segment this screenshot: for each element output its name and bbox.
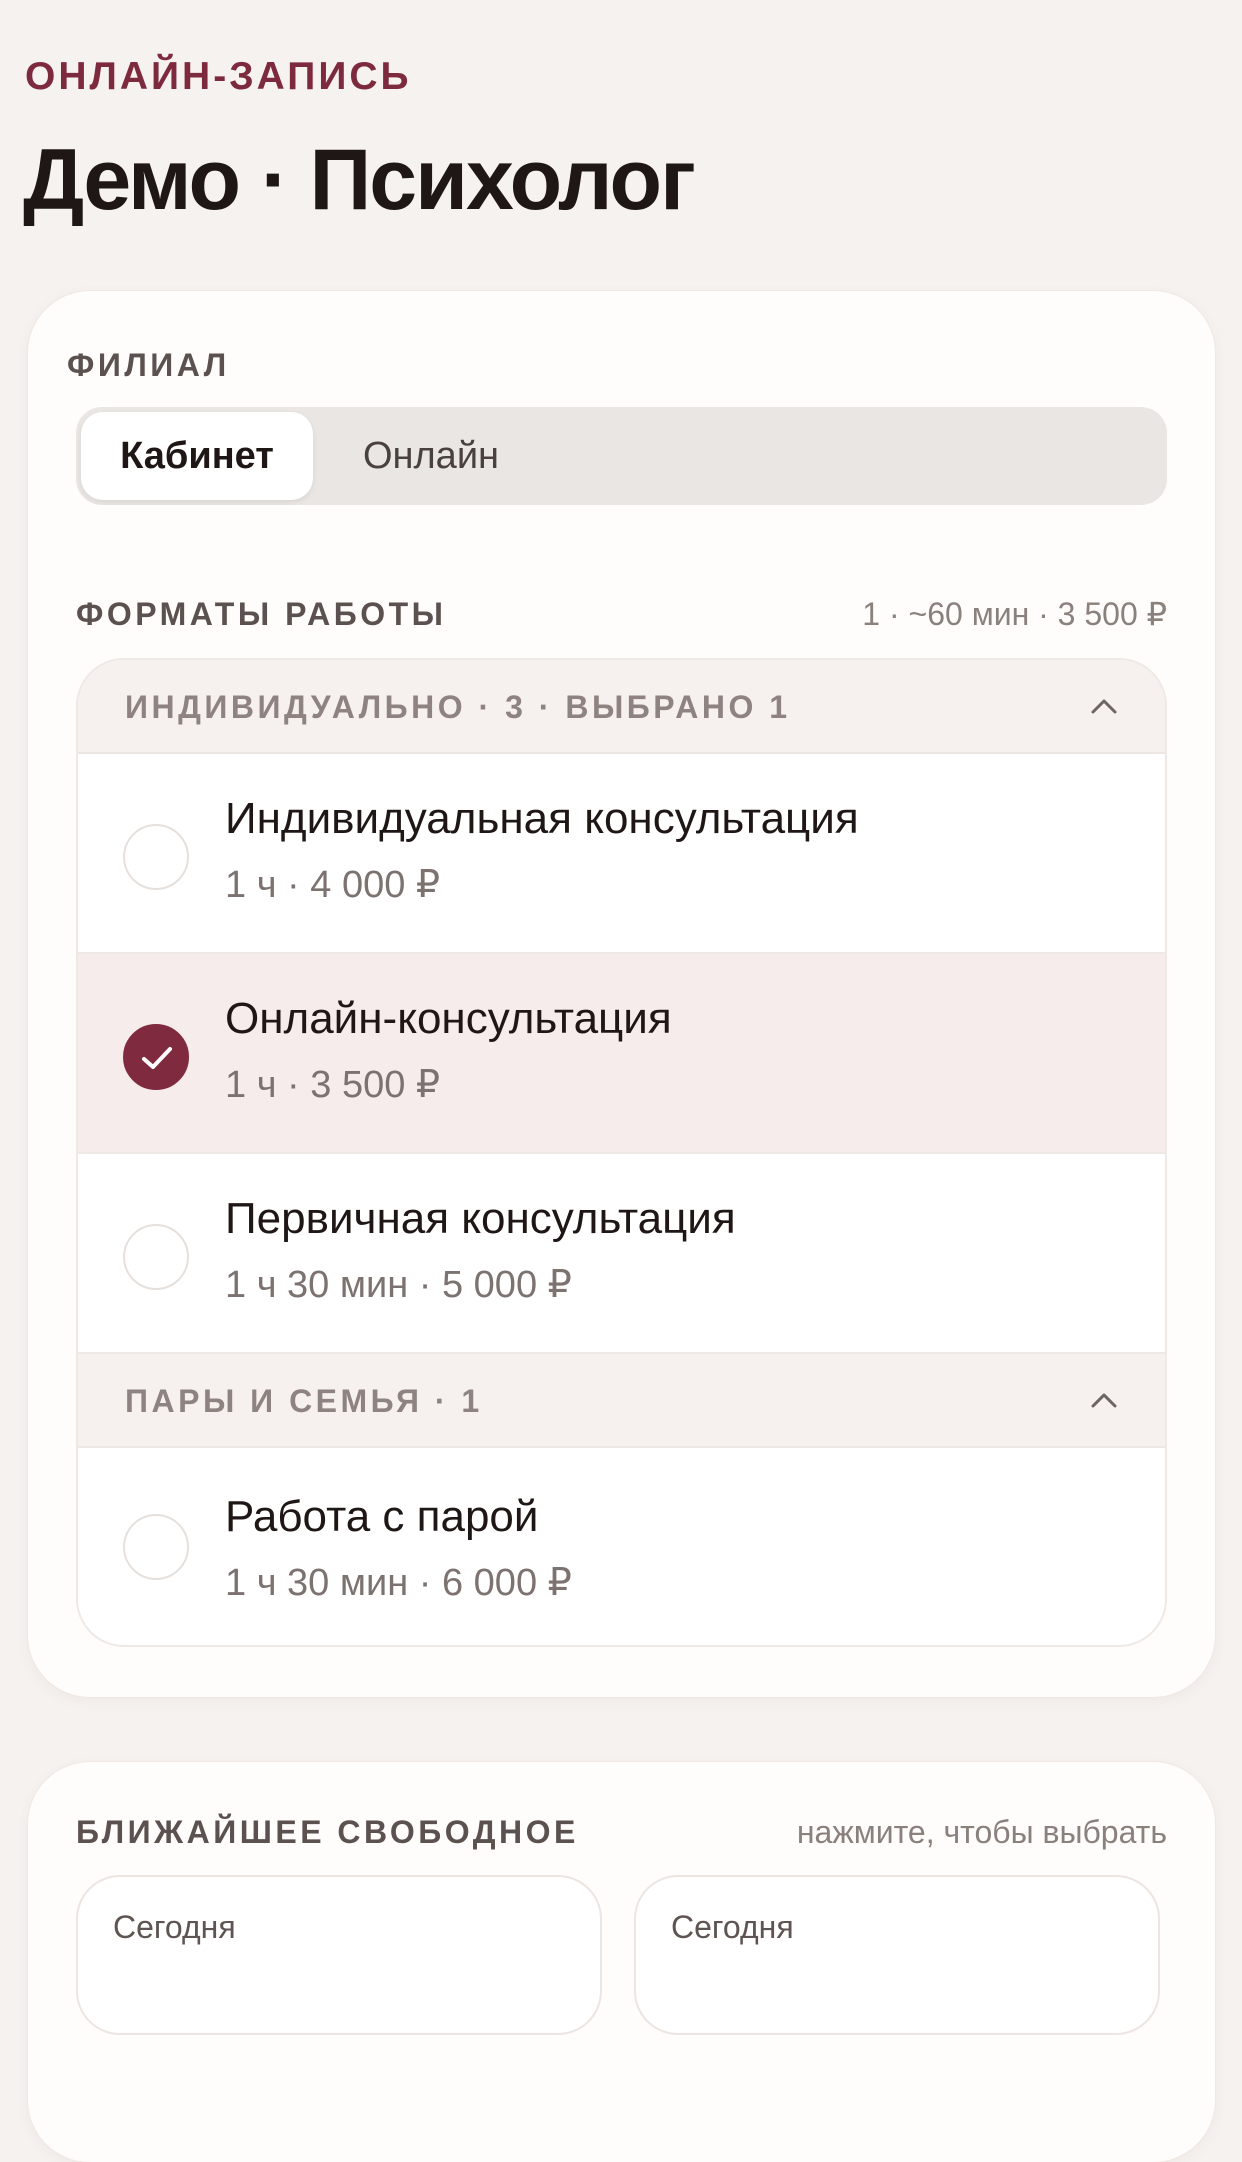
format-item-online[interactable]: Онлайн-консультация 1 ч · 3 500 ₽ bbox=[78, 954, 1165, 1154]
group-header-couples[interactable]: ПАРЫ И СЕМЬЯ · 1 bbox=[78, 1354, 1165, 1448]
page-title: Демо · Психолог bbox=[23, 132, 696, 228]
formats-label: ФОРМАТЫ РАБОТЫ bbox=[76, 596, 447, 632]
format-name: Индивидуальная консультация bbox=[225, 794, 859, 843]
chevron-up-icon bbox=[1091, 1393, 1117, 1408]
format-item-primary[interactable]: Первичная консультация 1 ч 30 мин · 5 00… bbox=[78, 1154, 1165, 1354]
formats-summary: 1 · ~60 мин · 3 500 ₽ bbox=[862, 596, 1167, 632]
nearest-slots-card: БЛИЖАЙШЕЕ СВОБОДНОЕ нажмите, чтобы выбра… bbox=[28, 1762, 1215, 2162]
branch-option-online[interactable]: Онлайн bbox=[313, 412, 549, 500]
group-title: ПАРЫ И СЕМЬЯ · 1 bbox=[125, 1383, 483, 1419]
check-icon bbox=[142, 1047, 172, 1069]
format-item-couple[interactable]: Работа с парой 1 ч 30 мин · 6 000 ₽ bbox=[78, 1448, 1165, 1645]
slot-card[interactable]: Сегодня bbox=[634, 1875, 1160, 2035]
format-details: 1 ч · 4 000 ₽ bbox=[225, 864, 441, 906]
branch-label: ФИЛИАЛ bbox=[67, 347, 230, 383]
group-title: ИНДИВИДУАЛЬНО · 3 · ВЫБРАНО 1 bbox=[125, 689, 791, 725]
booking-eyebrow: ОНЛАЙН-ЗАПИСЬ bbox=[25, 55, 412, 98]
slot-card[interactable]: Сегодня bbox=[76, 1875, 602, 2035]
booking-card: ФИЛИАЛ Кабинет Онлайн ФОРМАТЫ РАБОТЫ 1 ·… bbox=[28, 291, 1215, 1697]
formats-list: ИНДИВИДУАЛЬНО · 3 · ВЫБРАНО 1 Индивидуал… bbox=[76, 658, 1167, 1647]
format-details: 1 ч · 3 500 ₽ bbox=[225, 1064, 441, 1106]
radio-button[interactable] bbox=[123, 1224, 189, 1290]
format-item-individual[interactable]: Индивидуальная консультация 1 ч · 4 000 … bbox=[78, 754, 1165, 954]
group-header-individual[interactable]: ИНДИВИДУАЛЬНО · 3 · ВЫБРАНО 1 bbox=[78, 660, 1165, 754]
radio-button[interactable] bbox=[123, 1514, 189, 1580]
format-name: Первичная консультация bbox=[225, 1194, 736, 1243]
format-details: 1 ч 30 мин · 6 000 ₽ bbox=[225, 1562, 572, 1604]
nearest-label: БЛИЖАЙШЕЕ СВОБОДНОЕ bbox=[76, 1814, 579, 1850]
branch-switch: Кабинет Онлайн bbox=[76, 407, 1167, 505]
slot-day: Сегодня bbox=[113, 1909, 236, 1945]
slot-day: Сегодня bbox=[671, 1909, 794, 1945]
format-details: 1 ч 30 мин · 5 000 ₽ bbox=[225, 1264, 572, 1306]
chevron-up-icon bbox=[1091, 699, 1117, 714]
nearest-hint: нажмите, чтобы выбрать bbox=[796, 1814, 1167, 1850]
radio-button-checked[interactable] bbox=[123, 1024, 189, 1090]
branch-option-office[interactable]: Кабинет bbox=[81, 412, 313, 500]
format-name: Онлайн-консультация bbox=[225, 994, 672, 1043]
format-name: Работа с парой bbox=[225, 1492, 539, 1541]
radio-button[interactable] bbox=[123, 824, 189, 890]
